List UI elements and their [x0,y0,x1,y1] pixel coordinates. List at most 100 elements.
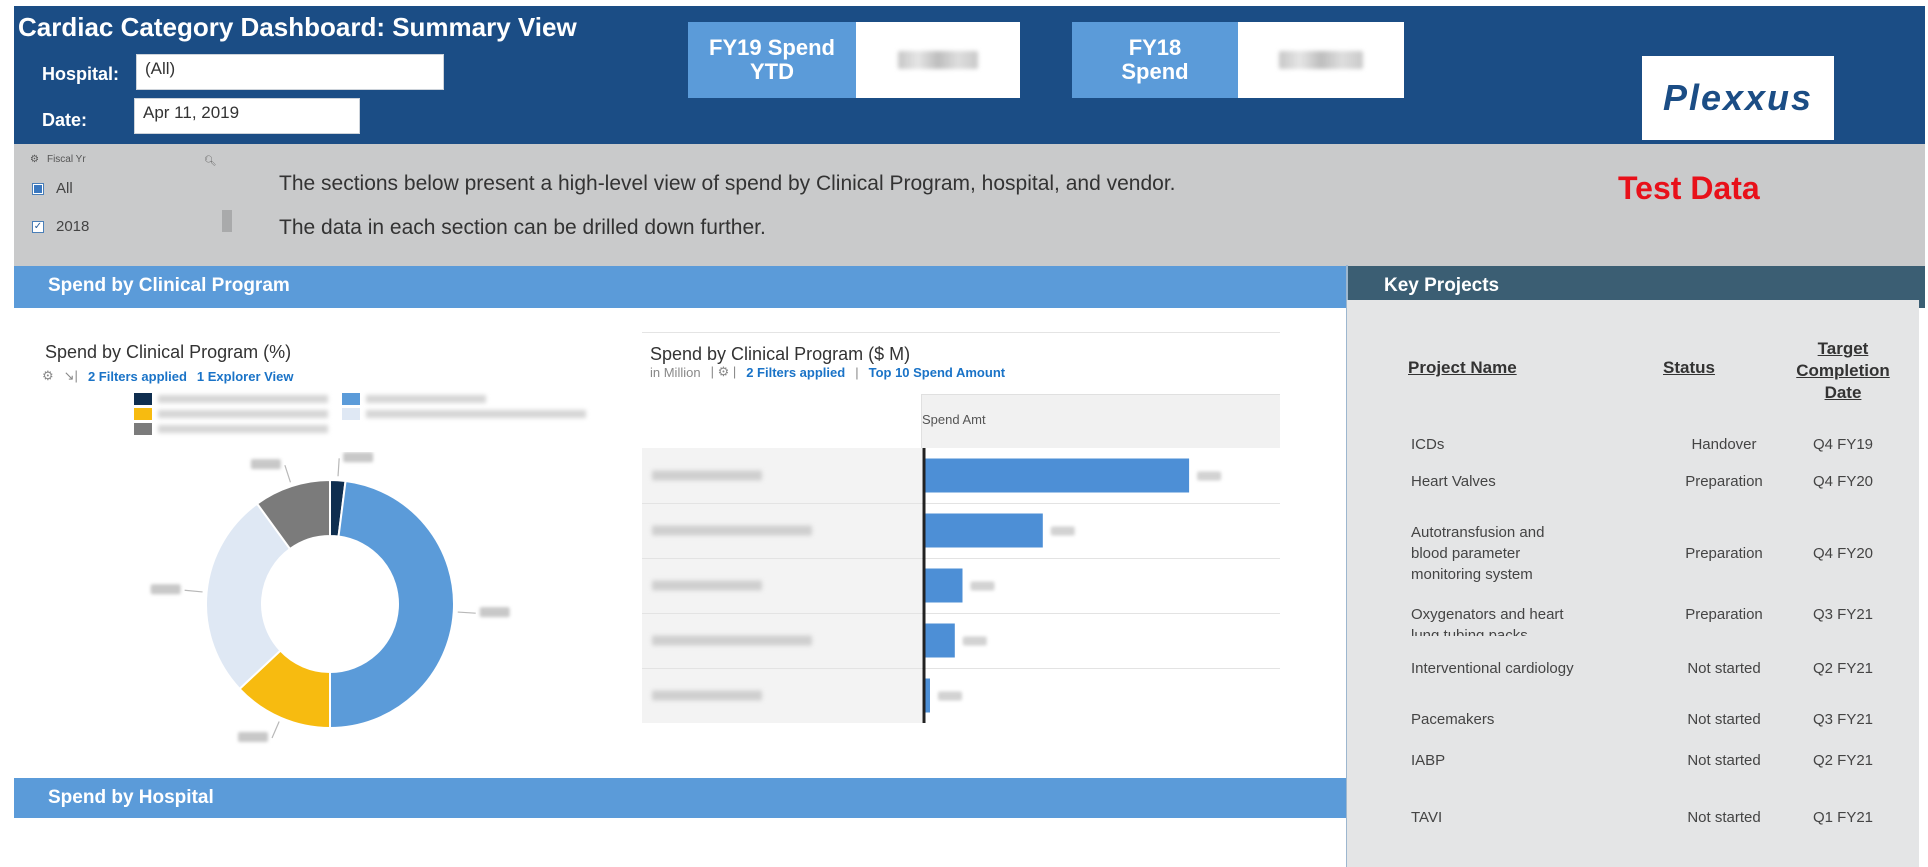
project-date: Q3 FY21 [1812,711,1874,728]
donut-leader-line [184,589,203,593]
project-name-line: Oxygenators and heart [1411,606,1564,623]
logo-text: Plexxus [1662,77,1814,118]
donut-filters-link[interactable]: 2 Filters applied [88,369,187,384]
checkbox-all[interactable] [32,182,44,195]
donut-chart [150,452,510,742]
donut-data-label-redacted [150,584,181,595]
kpi-fy18-label-line1: FY18 [1128,35,1182,60]
legend-swatch [134,392,152,405]
donut-leader-line [337,458,340,477]
project-date: Q4 FY20 [1812,545,1874,562]
page-title: Cardiac Category Dashboard: Summary View [18,12,577,42]
project-name-line: blood parameter [1411,545,1521,562]
bar-category-label-redacted [652,580,762,591]
date-label: Date: [42,110,88,130]
kpi-fy19-label: FY19 Spend YTD [688,22,856,98]
dimension-icon: ⚙ [30,154,39,165]
bar[interactable] [924,513,1043,548]
bar-value-label-redacted [1050,526,1075,536]
project-status: Not started [1687,809,1761,826]
selector-scrollbar[interactable] [222,210,232,232]
bar[interactable] [924,623,955,658]
project-date: Q4 FY19 [1812,436,1874,453]
hospital-filter-input[interactable]: (All) [136,54,444,90]
bar-chart-title: Spend by Clinical Program ($ M) [650,344,911,364]
description-line-1: The sections below present a high-level … [279,172,1176,195]
project-name: TAVI [1411,809,1443,826]
spend-amt-header: Spend Amt [922,412,986,427]
option-label: 2018 [56,218,90,235]
bar-category-label-redacted [652,690,762,701]
plexxus-logo: Plexxus [1642,56,1834,140]
donut-data-label-redacted [343,452,374,463]
project-date: Q2 FY21 [1812,660,1874,677]
bar-value-label-redacted [970,581,995,591]
donut-data-label-redacted [479,607,510,618]
dashboard-root: Cardiac Category Dashboard: Summary View… [0,0,1928,867]
hospital-label: Hospital: [42,64,120,84]
donut-legend-redacted [134,392,600,437]
project-date: Q1 FY21 [1812,809,1874,826]
project-date: Q2 FY21 [1812,752,1874,769]
project-date: Q3 FY21 [1812,606,1874,623]
bar-table-header-corner [642,394,922,448]
project-name: Interventional cardiology [1411,660,1574,677]
info-band: ⚙ Fiscal Yr 🔍︎ All ✓ 2018 The sections b… [14,144,1925,266]
fiscal-year-selector-title: Fiscal Yr [46,154,86,165]
kpi-fy19-label-line1: FY19 Spend [709,35,835,60]
kpi-fy19-label-line2: YTD [749,59,794,84]
project-name-line: Autotransfusion and [1411,524,1545,541]
donut-data-label-redacted [250,459,281,470]
project-status: Not started [1687,711,1761,728]
kpi-fy18-label-line2: Spend [1121,59,1189,84]
project-status: Preparation [1685,473,1763,490]
donut-leader-line [457,611,476,614]
project-name: Autotransfusion and blood parameter moni… [1411,522,1544,585]
bar-category-label-redacted [652,470,762,481]
bar-top10-link[interactable]: Top 10 Spend Amount [869,365,1006,380]
project-name-line: monitoring system [1411,566,1533,583]
section-clinical-program: Spend by Clinical Program [14,266,1348,308]
project-name: Heart Valves [1411,473,1496,490]
project-name: Oxygenators and heart lung tubing packs [1411,604,1564,636]
donut-slice[interactable] [329,479,455,730]
date-filter-input[interactable]: Apr 11, 2019 [134,98,360,134]
kpi-fy19-spend: FY19 Spend YTD [688,22,1020,98]
project-name: Pacemakers [1411,711,1495,728]
legend-swatch [134,422,152,435]
fiscal-year-option-2018[interactable]: ✓ 2018 [32,218,89,235]
search-icon[interactable]: 🔍︎ [204,156,217,167]
legend-swatch [342,407,360,420]
kpi-fy18-value-redacted [1238,22,1404,98]
donut-data-label-redacted [238,731,269,742]
col-header-project-name[interactable]: Project Name [1408,358,1517,378]
section-hospital: Spend by Hospital [14,778,1348,818]
bar-filters-link[interactable]: 2 Filters applied [746,365,845,380]
project-status: Preparation [1685,545,1763,562]
donut-explorer-link[interactable]: 1 Explorer View [197,369,294,384]
test-data-label: Test Data [1618,170,1760,206]
bar[interactable] [924,568,963,603]
col-header-status[interactable]: Status [1663,358,1715,378]
description-line-2: The data in each section can be drilled … [279,216,766,239]
bar[interactable] [924,458,1190,493]
project-name: IABP [1411,752,1446,769]
project-name-line: lung tubing packs [1411,627,1528,636]
bar-chart-toolbar: in Million | ⚙ | 2 Filters applied | Top… [650,364,1005,380]
bar-value-label-redacted [962,636,987,646]
project-status: Not started [1687,752,1761,769]
dashboard-header: Cardiac Category Dashboard: Summary View… [14,6,1925,144]
project-date: Q4 FY20 [1812,473,1874,490]
donut-chart-toolbar: ⚙ ↘| 2 Filters applied 1 Explorer View [42,368,294,384]
legend-swatch [342,392,360,405]
legend-swatch [134,407,152,420]
kpi-fy19-value-redacted [856,22,1020,98]
checkbox-2018[interactable]: ✓ [32,220,44,233]
bar-category-label-redacted [652,635,812,646]
col-header-target-date[interactable]: Target Completion Date [1787,338,1899,404]
target-header-line1: Target [1817,339,1869,358]
kpi-fy18-spend: FY18 Spend [1072,22,1404,98]
bar-value-label-redacted [1197,471,1222,481]
dimension-icon: ⚙ [42,368,54,383]
fiscal-year-option-all[interactable]: All [32,180,73,197]
